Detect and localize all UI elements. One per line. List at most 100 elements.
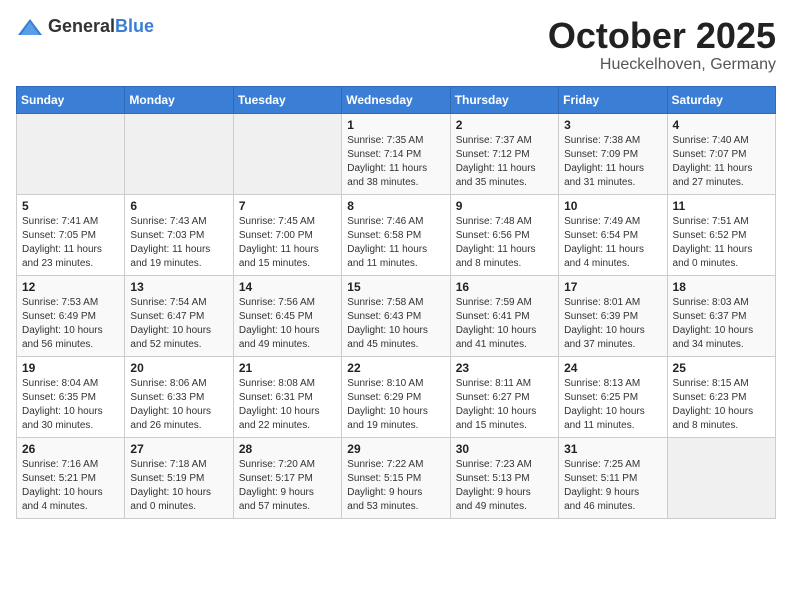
calendar-cell: 22 Sunrise: 8:10 AM Sunset: 6:29 PM Dayli… xyxy=(342,356,450,437)
calendar-cell: 28Sunrise: 7:20 AM Sunset: 5:17 PM Dayli… xyxy=(233,437,341,518)
cell-content: Sunrise: 7:38 AM Sunset: 7:09 PM Dayligh… xyxy=(564,134,661,190)
calendar-week-row: 12Sunrise: 7:53 AM Sunset: 6:49 PM Dayli… xyxy=(17,275,776,356)
calendar-cell: 16 Sunrise: 7:59 AM Sunset: 6:41 PM Dayli… xyxy=(450,275,558,356)
weekday-header-saturday: Saturday xyxy=(667,86,775,113)
day-number: 19 xyxy=(22,361,119,375)
cell-content: Sunrise: 7:40 AM Sunset: 7:07 PM Dayligh… xyxy=(673,134,770,190)
calendar-cell: 11 Sunrise: 7:51 AM Sunset: 6:52 PM Dayli… xyxy=(667,194,775,275)
cell-content: Sunrise: 7:51 AM Sunset: 6:52 PM Dayligh… xyxy=(673,215,770,271)
cell-content: Sunrise: 7:48 AM Sunset: 6:56 PM Dayligh… xyxy=(456,215,553,271)
cell-content: Sunrise: 7:22 AM Sunset: 5:15 PM Dayligh… xyxy=(347,458,444,514)
calendar-cell: 17Sunrise: 8:01 AM Sunset: 6:39 PM Dayli… xyxy=(559,275,667,356)
cell-content: Sunrise: 7:59 AM Sunset: 6:41 PM Dayligh… xyxy=(456,296,553,352)
cell-content: Sunrise: 8:10 AM Sunset: 6:29 PM Dayligh… xyxy=(347,377,444,433)
location-title: Hueckelhoven, Germany xyxy=(548,56,776,74)
calendar-week-row: 26Sunrise: 7:16 AM Sunset: 5:21 PM Dayli… xyxy=(17,437,776,518)
cell-content: Sunrise: 8:06 AM Sunset: 6:33 PM Dayligh… xyxy=(130,377,227,433)
calendar-cell: 13 Sunrise: 7:54 AM Sunset: 6:47 PM Dayli… xyxy=(125,275,233,356)
cell-content: Sunrise: 8:11 AM Sunset: 6:27 PM Dayligh… xyxy=(456,377,553,433)
calendar-week-row: 19 Sunrise: 8:04 AM Sunset: 6:35 PM Dayli… xyxy=(17,356,776,437)
calendar-week-row: 1 Sunrise: 7:35 AM Sunset: 7:14 PM Daylig… xyxy=(17,113,776,194)
day-number: 31 xyxy=(564,442,661,456)
calendar-cell: 6Sunrise: 7:43 AM Sunset: 7:03 PM Daylig… xyxy=(125,194,233,275)
calendar-cell: 1 Sunrise: 7:35 AM Sunset: 7:14 PM Daylig… xyxy=(342,113,450,194)
day-number: 3 xyxy=(564,118,661,132)
calendar-cell: 30Sunrise: 7:23 AM Sunset: 5:13 PM Dayli… xyxy=(450,437,558,518)
logo: GeneralBlue xyxy=(16,16,154,37)
calendar-cell: 21 Sunrise: 8:08 AM Sunset: 6:31 PM Dayli… xyxy=(233,356,341,437)
day-number: 30 xyxy=(456,442,553,456)
logo-text-general: General xyxy=(48,16,115,36)
day-number: 5 xyxy=(22,199,119,213)
calendar-cell: 9 Sunrise: 7:48 AM Sunset: 6:56 PM Daylig… xyxy=(450,194,558,275)
calendar-cell: 24 Sunrise: 8:13 AM Sunset: 6:25 PM Dayli… xyxy=(559,356,667,437)
weekday-header-thursday: Thursday xyxy=(450,86,558,113)
cell-content: Sunrise: 8:08 AM Sunset: 6:31 PM Dayligh… xyxy=(239,377,336,433)
day-number: 1 xyxy=(347,118,444,132)
calendar-cell: 25 Sunrise: 8:15 AM Sunset: 6:23 PM Dayli… xyxy=(667,356,775,437)
day-number: 2 xyxy=(456,118,553,132)
day-number: 22 xyxy=(347,361,444,375)
day-number: 16 xyxy=(456,280,553,294)
calendar-cell: 2Sunrise: 7:37 AM Sunset: 7:12 PM Daylig… xyxy=(450,113,558,194)
day-number: 29 xyxy=(347,442,444,456)
day-number: 9 xyxy=(456,199,553,213)
cell-content: Sunrise: 7:46 AM Sunset: 6:58 PM Dayligh… xyxy=(347,215,444,271)
day-number: 8 xyxy=(347,199,444,213)
cell-content: Sunrise: 7:54 AM Sunset: 6:47 PM Dayligh… xyxy=(130,296,227,352)
cell-content: Sunrise: 7:20 AM Sunset: 5:17 PM Dayligh… xyxy=(239,458,336,514)
day-number: 13 xyxy=(130,280,227,294)
calendar-cell: 23 Sunrise: 8:11 AM Sunset: 6:27 PM Dayli… xyxy=(450,356,558,437)
weekday-header-row: SundayMondayTuesdayWednesdayThursdayFrid… xyxy=(17,86,776,113)
day-number: 25 xyxy=(673,361,770,375)
calendar-cell xyxy=(233,113,341,194)
calendar-cell: 14 Sunrise: 7:56 AM Sunset: 6:45 PM Dayli… xyxy=(233,275,341,356)
cell-content: Sunrise: 8:15 AM Sunset: 6:23 PM Dayligh… xyxy=(673,377,770,433)
calendar-week-row: 5 Sunrise: 7:41 AM Sunset: 7:05 PM Daylig… xyxy=(17,194,776,275)
day-number: 23 xyxy=(456,361,553,375)
day-number: 15 xyxy=(347,280,444,294)
cell-content: Sunrise: 7:25 AM Sunset: 5:11 PM Dayligh… xyxy=(564,458,661,514)
calendar-cell: 5 Sunrise: 7:41 AM Sunset: 7:05 PM Daylig… xyxy=(17,194,125,275)
calendar-cell: 10 Sunrise: 7:49 AM Sunset: 6:54 PM Dayli… xyxy=(559,194,667,275)
day-number: 7 xyxy=(239,199,336,213)
weekday-header-friday: Friday xyxy=(559,86,667,113)
cell-content: Sunrise: 7:35 AM Sunset: 7:14 PM Dayligh… xyxy=(347,134,444,190)
calendar-cell xyxy=(17,113,125,194)
calendar-table: SundayMondayTuesdayWednesdayThursdayFrid… xyxy=(16,86,776,519)
cell-content: Sunrise: 7:18 AM Sunset: 5:19 PM Dayligh… xyxy=(130,458,227,514)
cell-content: Sunrise: 7:41 AM Sunset: 7:05 PM Dayligh… xyxy=(22,215,119,271)
calendar-cell: 26Sunrise: 7:16 AM Sunset: 5:21 PM Dayli… xyxy=(17,437,125,518)
cell-content: Sunrise: 7:58 AM Sunset: 6:43 PM Dayligh… xyxy=(347,296,444,352)
calendar-cell: 8 Sunrise: 7:46 AM Sunset: 6:58 PM Daylig… xyxy=(342,194,450,275)
month-title: October 2025 xyxy=(548,16,776,56)
logo-icon xyxy=(16,17,44,37)
calendar-cell: 4 Sunrise: 7:40 AM Sunset: 7:07 PM Daylig… xyxy=(667,113,775,194)
day-number: 20 xyxy=(130,361,227,375)
day-number: 10 xyxy=(564,199,661,213)
logo-text-blue: Blue xyxy=(115,16,154,36)
calendar-cell xyxy=(125,113,233,194)
cell-content: Sunrise: 7:43 AM Sunset: 7:03 PM Dayligh… xyxy=(130,215,227,271)
weekday-header-monday: Monday xyxy=(125,86,233,113)
day-number: 17 xyxy=(564,280,661,294)
cell-content: Sunrise: 8:13 AM Sunset: 6:25 PM Dayligh… xyxy=(564,377,661,433)
day-number: 14 xyxy=(239,280,336,294)
day-number: 11 xyxy=(673,199,770,213)
cell-content: Sunrise: 7:45 AM Sunset: 7:00 PM Dayligh… xyxy=(239,215,336,271)
calendar-cell: 12Sunrise: 7:53 AM Sunset: 6:49 PM Dayli… xyxy=(17,275,125,356)
calendar-cell: 18Sunrise: 8:03 AM Sunset: 6:37 PM Dayli… xyxy=(667,275,775,356)
weekday-header-sunday: Sunday xyxy=(17,86,125,113)
cell-content: Sunrise: 7:56 AM Sunset: 6:45 PM Dayligh… xyxy=(239,296,336,352)
day-number: 26 xyxy=(22,442,119,456)
cell-content: Sunrise: 8:03 AM Sunset: 6:37 PM Dayligh… xyxy=(673,296,770,352)
day-number: 21 xyxy=(239,361,336,375)
day-number: 24 xyxy=(564,361,661,375)
day-number: 27 xyxy=(130,442,227,456)
calendar-cell: 15 Sunrise: 7:58 AM Sunset: 6:43 PM Dayli… xyxy=(342,275,450,356)
calendar-cell: 7 Sunrise: 7:45 AM Sunset: 7:00 PM Daylig… xyxy=(233,194,341,275)
cell-content: Sunrise: 8:04 AM Sunset: 6:35 PM Dayligh… xyxy=(22,377,119,433)
day-number: 4 xyxy=(673,118,770,132)
cell-content: Sunrise: 7:49 AM Sunset: 6:54 PM Dayligh… xyxy=(564,215,661,271)
calendar-cell: 31 Sunrise: 7:25 AM Sunset: 5:11 PM Dayli… xyxy=(559,437,667,518)
